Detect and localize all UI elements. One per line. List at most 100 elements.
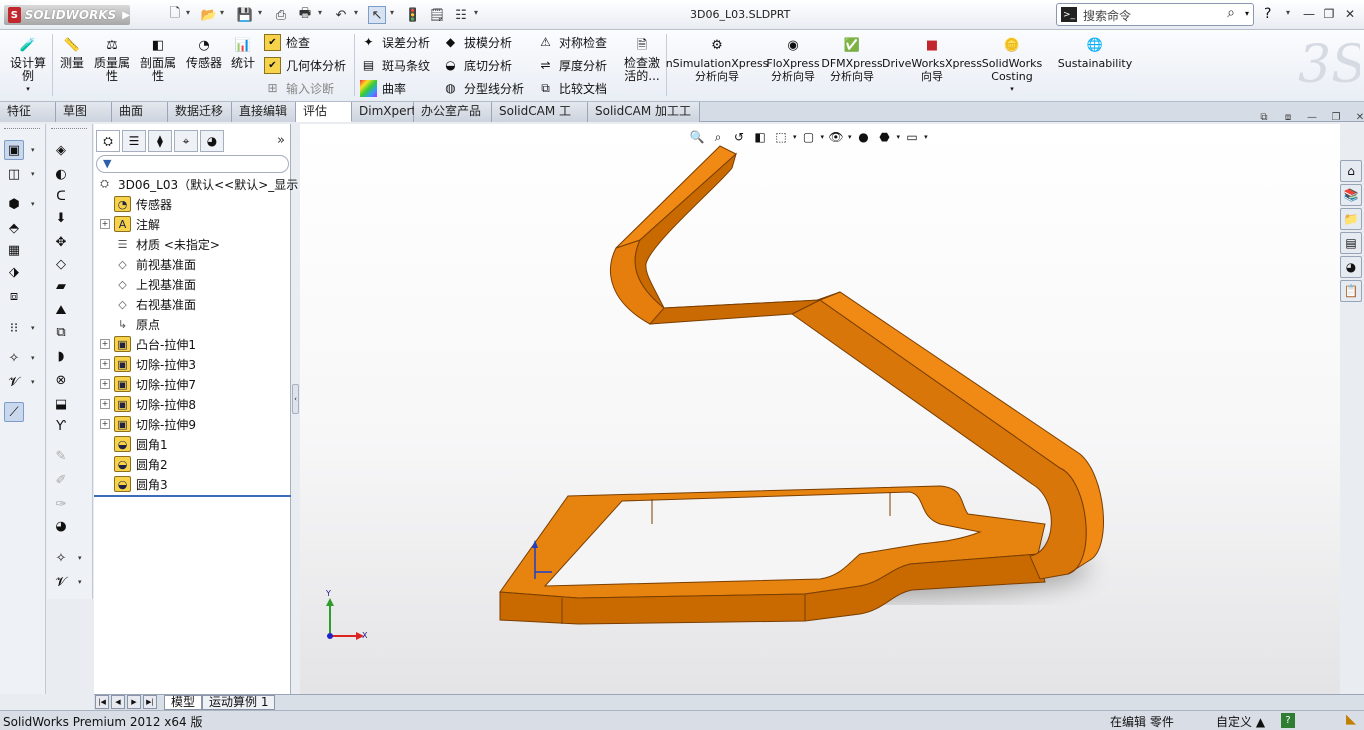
swept-cut-icon[interactable]: ᑕ: [51, 186, 71, 206]
sensor-button[interactable]: ◔ 传感器: [184, 36, 224, 70]
save-dropdown-icon[interactable]: ▾: [258, 8, 262, 17]
sweep-icon[interactable]: ⬢: [4, 194, 24, 214]
toolbar-grip[interactable]: [51, 128, 87, 131]
viewport-close-icon[interactable]: ✕: [1352, 110, 1364, 124]
file-properties-icon[interactable]: 🗒: [428, 6, 446, 24]
property-manager-tab-icon[interactable]: ☰: [122, 130, 146, 152]
tree-item[interactable]: + ▣ 切除-拉伸9: [100, 414, 196, 434]
tree-item[interactable]: ◇ 上视基准面: [100, 274, 196, 294]
viewport-minimize-icon[interactable]: —: [1304, 110, 1320, 124]
next-tab-icon[interactable]: ▶: [127, 695, 141, 709]
first-tab-icon[interactable]: |◀: [95, 695, 109, 709]
dropdown-icon[interactable]: ▾: [31, 146, 35, 154]
tab-motion-study[interactable]: 运动算例 1: [202, 695, 276, 710]
tree-item[interactable]: ↳ 原点: [100, 314, 160, 334]
help-dropdown-icon[interactable]: ▾: [1286, 8, 1290, 17]
dropdown-icon[interactable]: ▾: [31, 324, 35, 332]
mirror-icon[interactable]: ⧈: [4, 286, 24, 306]
floxpress-button[interactable]: ◉ FloXpress 分析向导: [766, 36, 820, 84]
new-dropdown-icon[interactable]: ▾: [186, 8, 190, 17]
restore-icon[interactable]: ❐: [1320, 5, 1338, 23]
tree-item[interactable]: ◒ 圆角1: [100, 434, 168, 454]
appearances-icon[interactable]: ◕: [1340, 256, 1362, 278]
geometry-analysis-button[interactable]: ✔ 几何体分析: [264, 55, 346, 75]
save-icon[interactable]: 💾: [236, 6, 254, 24]
disabled-tool-icon[interactable]: ✎: [51, 446, 71, 466]
unit-system-selector[interactable]: 自定义 ▲: [1216, 713, 1265, 730]
tree-item[interactable]: ◒ 圆角3: [100, 474, 168, 494]
expand-plus-icon[interactable]: +: [100, 399, 110, 409]
expand-plus-icon[interactable]: +: [100, 419, 110, 429]
dropdown-icon[interactable]: ▾: [78, 554, 82, 562]
revolve-cut-icon[interactable]: ◐: [51, 164, 71, 184]
tab-solidcam-machining[interactable]: SolidCAM 加工工程: [588, 102, 700, 137]
design-study-button[interactable]: 🧪 设计算例 ▾: [8, 36, 48, 96]
help-status-icon[interactable]: ?: [1281, 713, 1295, 728]
hole-wizard-icon[interactable]: Ƴ: [51, 416, 71, 436]
part-model-view[interactable]: Y X: [300, 124, 1340, 694]
dropdown-icon[interactable]: ▾: [31, 170, 35, 178]
dropdown-icon[interactable]: ▾: [31, 378, 35, 386]
simulationxpress-button[interactable]: ⚙ nSimulationXpress 分析向导: [666, 36, 769, 84]
expand-plus-icon[interactable]: +: [100, 339, 110, 349]
check-active-document-button[interactable]: 🗎 检查激活的...: [620, 36, 664, 83]
open-folder-icon[interactable]: 📂: [200, 6, 218, 24]
tree-item[interactable]: ◒ 圆角2: [100, 454, 168, 474]
tab-model[interactable]: 模型: [164, 695, 203, 710]
view-palette-icon[interactable]: ▤: [1340, 232, 1362, 254]
expand-plus-icon[interactable]: +: [100, 219, 110, 229]
disabled-tool-icon[interactable]: ✑: [51, 494, 71, 514]
feature-tree-tab-icon[interactable]: ⛭: [96, 130, 120, 152]
statistics-button[interactable]: 📊 统计: [228, 36, 258, 70]
shell-icon[interactable]: ⬗: [4, 262, 24, 282]
instant3d-icon[interactable]: ⟋: [4, 402, 24, 422]
rib-icon[interactable]: ⛰: [51, 300, 71, 320]
flex-icon[interactable]: ◕: [51, 516, 71, 536]
split-view-icon[interactable]: ⧉: [1256, 110, 1272, 124]
expand-plus-icon[interactable]: +: [100, 379, 110, 389]
chamfer-icon[interactable]: ▰: [51, 276, 71, 296]
printer-icon[interactable]: 🖶: [296, 6, 314, 24]
tab-evaluate[interactable]: 评估: [296, 102, 352, 122]
tree-item[interactable]: + ▣ 切除-拉伸7: [100, 374, 196, 394]
tab-office-products[interactable]: 办公室产品: [414, 102, 492, 122]
boundary-icon[interactable]: ▦: [4, 240, 24, 260]
tab-surfaces[interactable]: 曲面: [112, 102, 168, 122]
import-diagnostics-button[interactable]: ⊞ 输入诊断: [264, 78, 334, 98]
panel-collapse-handle[interactable]: ‹: [292, 384, 299, 414]
costing-button[interactable]: 🪙 SolidWorks Costing ▾: [982, 36, 1042, 96]
tree-item[interactable]: ☰ 材质 <未指定>: [100, 234, 220, 254]
close-icon[interactable]: ✕: [1341, 5, 1359, 23]
custom-properties-icon[interactable]: 📋: [1340, 280, 1362, 302]
tab-direct-editing[interactable]: 直接编辑: [232, 102, 296, 122]
search-command-box[interactable]: >_ 搜索命令 ⌕ ▾: [1056, 3, 1254, 26]
undo-icon[interactable]: ↶: [332, 6, 350, 24]
revolve-boss-icon[interactable]: ◫: [4, 164, 24, 184]
wrap-icon[interactable]: ◗: [51, 346, 71, 366]
solidworks-menu-button[interactable]: S SOLIDWORKS ▶: [4, 5, 130, 25]
reference-geometry-2-icon[interactable]: ✧: [51, 548, 71, 568]
sustainability-button[interactable]: 🌐 Sustainability: [1058, 36, 1132, 71]
deviation-analysis-button[interactable]: ✦ 误差分析: [360, 32, 430, 52]
display-manager-tab-icon[interactable]: ◕: [200, 130, 224, 152]
dimxpert-manager-tab-icon[interactable]: ⌖: [174, 130, 198, 152]
undercut-analysis-button[interactable]: ◒ 底切分析: [442, 55, 512, 75]
tab-dimxpert[interactable]: DimXpert: [352, 102, 416, 122]
curves-2-icon[interactable]: 𝓥: [51, 572, 71, 592]
tree-item[interactable]: + ▣ 切除-拉伸3: [100, 354, 196, 374]
tree-root[interactable]: ⛭ 3D06_L03（默认<<默认>_显示: [96, 174, 298, 194]
minimize-icon[interactable]: —: [1300, 5, 1318, 23]
measure-button[interactable]: 📏 测量: [56, 36, 88, 70]
section-properties-button[interactable]: ◧ 剖面属性: [138, 36, 178, 83]
undo-dropdown-icon[interactable]: ▾: [354, 8, 358, 17]
compare-documents-button[interactable]: ⧉ 比较文档: [537, 78, 607, 98]
print-icon[interactable]: ⎙: [272, 6, 290, 24]
lofted-cut-icon[interactable]: ⬇: [51, 208, 71, 228]
dropdown-icon[interactable]: ▾: [78, 578, 82, 586]
toolbar-grip[interactable]: [4, 128, 40, 131]
tab-sketch[interactable]: 草图: [56, 102, 112, 122]
options-icon[interactable]: ☷: [452, 6, 470, 24]
options-dropdown-icon[interactable]: ▾: [474, 8, 478, 17]
extrude-cut-icon[interactable]: ◈: [51, 140, 71, 160]
help-icon[interactable]: ?: [1264, 6, 1271, 22]
